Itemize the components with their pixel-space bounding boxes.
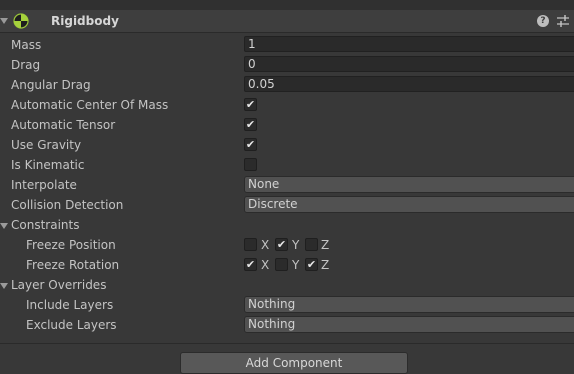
- help-icon[interactable]: ?: [537, 15, 549, 27]
- drag-row: Drag 0: [0, 55, 574, 75]
- freeze-position-x-label: X: [261, 238, 270, 252]
- drag-field[interactable]: 0: [244, 56, 574, 72]
- freeze-rotation-x-label: X: [261, 258, 270, 272]
- use-gravity-row: Use Gravity ✔: [0, 135, 574, 155]
- include-layers-dropdown[interactable]: Nothing: [244, 296, 574, 313]
- include-layers-label: Include Layers: [26, 298, 114, 312]
- freeze-rotation-y-checkbox[interactable]: [275, 258, 288, 271]
- freeze-position-z-checkbox[interactable]: [305, 238, 318, 251]
- component-separator: [0, 343, 574, 344]
- auto-center-of-mass-row: Automatic Center Of Mass ✔: [0, 95, 574, 115]
- mass-row: Mass 1: [0, 35, 574, 55]
- layer-overrides-foldout[interactable]: Layer Overrides: [0, 275, 574, 295]
- freeze-rotation-z-checkbox[interactable]: ✔: [305, 258, 318, 271]
- use-gravity-label: Use Gravity: [11, 138, 82, 152]
- interpolate-row: Interpolate None: [0, 175, 574, 195]
- freeze-rotation-y-label: Y: [292, 258, 300, 272]
- is-kinematic-row: Is Kinematic: [0, 155, 574, 175]
- freeze-position-row: Freeze Position X ✔ Y Z: [0, 235, 574, 255]
- presets-sliders-icon[interactable]: [556, 14, 570, 28]
- interpolate-dropdown[interactable]: None: [244, 176, 574, 193]
- collision-detection-label: Collision Detection: [11, 198, 124, 212]
- add-component-button[interactable]: Add Component: [180, 352, 408, 374]
- freeze-rotation-z-label: Z: [321, 258, 330, 272]
- constraints-foldout-arrow-icon[interactable]: [0, 223, 8, 229]
- mass-field[interactable]: 1: [244, 36, 574, 52]
- constraints-foldout[interactable]: Constraints: [0, 215, 574, 235]
- exclude-layers-row: Exclude Layers Nothing: [0, 315, 574, 335]
- collision-detection-row: Collision Detection Discrete: [0, 195, 574, 215]
- auto-tensor-row: Automatic Tensor ✔: [0, 115, 574, 135]
- freeze-position-x-checkbox[interactable]: [244, 238, 257, 251]
- component-title: Rigidbody: [51, 14, 119, 28]
- freeze-position-z-label: Z: [321, 238, 330, 252]
- freeze-position-y-checkbox[interactable]: ✔: [275, 238, 288, 251]
- drag-label: Drag: [11, 58, 41, 72]
- rigidbody-icon: [13, 13, 29, 29]
- freeze-position-y-label: Y: [292, 238, 300, 252]
- angular-drag-label: Angular Drag: [11, 78, 91, 92]
- is-kinematic-label: Is Kinematic: [11, 158, 85, 172]
- angular-drag-field[interactable]: 0.05: [244, 76, 574, 92]
- exclude-layers-label: Exclude Layers: [26, 318, 117, 332]
- auto-tensor-checkbox[interactable]: ✔: [244, 118, 257, 131]
- is-kinematic-checkbox[interactable]: [244, 158, 257, 171]
- use-gravity-checkbox[interactable]: ✔: [244, 138, 257, 151]
- freeze-rotation-row: Freeze Rotation ✔ X Y ✔ Z: [0, 255, 574, 275]
- freeze-position-label: Freeze Position: [26, 238, 116, 252]
- interpolate-label: Interpolate: [11, 178, 77, 192]
- freeze-rotation-label: Freeze Rotation: [26, 258, 120, 272]
- auto-tensor-label: Automatic Tensor: [11, 118, 116, 132]
- include-layers-row: Include Layers Nothing: [0, 295, 574, 315]
- collision-detection-dropdown[interactable]: Discrete: [244, 196, 574, 213]
- freeze-rotation-x-checkbox[interactable]: ✔: [244, 258, 257, 271]
- constraints-label: Constraints: [11, 218, 80, 232]
- auto-center-of-mass-label: Automatic Center Of Mass: [11, 98, 169, 112]
- exclude-layers-dropdown[interactable]: Nothing: [244, 316, 574, 333]
- layer-overrides-label: Layer Overrides: [11, 278, 107, 292]
- component-foldout-arrow-icon[interactable]: [0, 18, 8, 24]
- mass-label: Mass: [11, 38, 42, 52]
- layer-overrides-foldout-arrow-icon[interactable]: [0, 283, 8, 289]
- rigidbody-component-header[interactable]: Rigidbody ?: [0, 10, 574, 33]
- angular-drag-row: Angular Drag 0.05: [0, 75, 574, 95]
- auto-center-of-mass-checkbox[interactable]: ✔: [244, 98, 257, 111]
